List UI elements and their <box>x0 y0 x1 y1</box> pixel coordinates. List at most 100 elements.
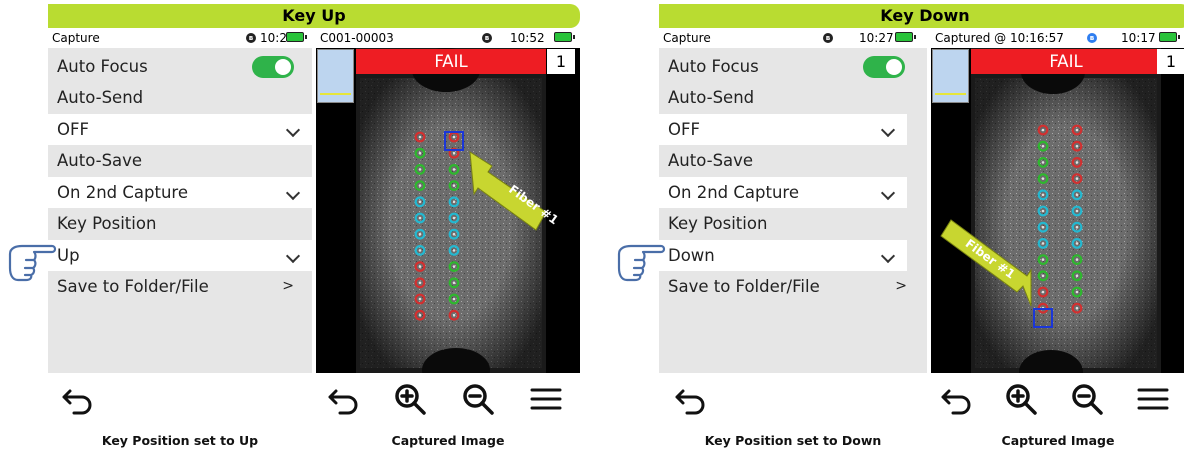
status-title: Capture <box>52 31 100 45</box>
thumbnail[interactable] <box>317 49 354 103</box>
auto-focus-toggle[interactable] <box>863 56 905 78</box>
key-position-value: Up <box>57 246 80 265</box>
battery-icon <box>554 32 575 42</box>
key-position-value: Down <box>668 246 715 265</box>
chevron-down-icon <box>285 122 301 138</box>
fiber-core <box>418 168 422 171</box>
fiber-core <box>418 184 422 187</box>
fiber-core <box>1075 242 1079 245</box>
status-bar: Capture ʙ 10:27 <box>659 28 927 48</box>
fiber-core <box>1041 290 1045 294</box>
fiber-core <box>1041 274 1045 278</box>
auto-send-value: OFF <box>668 120 700 139</box>
chevron-down-icon <box>880 122 896 138</box>
fiber-core <box>452 151 456 155</box>
settings-screen: Capture ʙ 10:27 Auto Focus Auto-Send OFF… <box>659 28 927 425</box>
zoom-in-icon[interactable] <box>1003 381 1039 417</box>
fiber-core <box>452 249 456 252</box>
back-arrow-icon[interactable] <box>60 381 96 417</box>
auto-save-value: On 2nd Capture <box>57 183 188 202</box>
auto-focus-toggle[interactable] <box>252 56 294 78</box>
bottom-toolbar <box>48 373 312 425</box>
fiber-count: 1 <box>547 49 575 74</box>
fiber-core <box>1041 209 1045 213</box>
fiber-core <box>452 200 456 204</box>
fiber-core <box>1041 258 1045 261</box>
key-position-dropdown[interactable]: Down <box>659 240 907 271</box>
bottom-toolbar <box>659 373 927 425</box>
fiber-core <box>418 135 422 139</box>
fiber-core <box>452 216 456 220</box>
auto-save-dropdown[interactable]: On 2nd Capture <box>48 177 312 208</box>
bluetooth-icon: ʙ <box>1087 33 1097 43</box>
key-up-section: Key Up Capture ʙ 10:26 Auto Focus Auto-S… <box>8 0 615 452</box>
hamburger-menu-icon[interactable] <box>528 381 564 417</box>
fiber-core <box>1041 242 1045 245</box>
capture-caption: Captured Image <box>1001 433 1115 448</box>
status-time: 10:17 <box>1121 31 1156 45</box>
status-bar: Captured @ 10:16:57 ʙ 10:17 <box>931 28 1184 48</box>
battery-icon <box>895 32 916 42</box>
fiber-core <box>452 168 456 171</box>
fiber-core <box>1041 161 1045 164</box>
bluetooth-icon: ʙ <box>246 33 256 43</box>
fiber-core <box>418 151 422 155</box>
fiber-core <box>452 265 456 268</box>
chevron-right-icon: > <box>895 278 907 294</box>
auto-focus-row: Auto Focus <box>48 51 312 82</box>
key-position-label: Key Position <box>57 214 157 233</box>
back-arrow-icon[interactable] <box>326 381 362 417</box>
file-name: C001-00003 <box>320 31 394 45</box>
fiber-core <box>452 232 456 236</box>
result-banner: FAIL <box>971 49 1161 74</box>
settings-screen: Capture ʙ 10:26 Auto Focus Auto-Send OFF… <box>48 28 312 425</box>
fiber-core <box>418 200 422 204</box>
fiber-core <box>1041 177 1045 180</box>
chevron-down-icon <box>880 185 896 201</box>
settings-caption: Key Position set to Up <box>101 433 259 448</box>
fiber-core <box>1075 128 1079 132</box>
hamburger-menu-icon[interactable] <box>1135 381 1171 417</box>
fiber-core <box>418 232 422 236</box>
auto-send-value: OFF <box>57 120 89 139</box>
status-bar: C001-00003 ʙ 10:52 <box>316 28 580 48</box>
auto-focus-label: Auto Focus <box>57 57 148 76</box>
fiber-core <box>1075 274 1079 278</box>
auto-send-label: Auto-Send <box>57 88 144 107</box>
back-arrow-icon[interactable] <box>939 381 975 417</box>
capture-screen: C001-00003 ʙ 10:52 Fiber #1 FAIL 1 <box>316 28 580 425</box>
capture-caption: Captured Image <box>391 433 505 448</box>
fiber-core <box>1041 225 1045 229</box>
result-banner: FAIL <box>356 49 546 74</box>
save-to-folder-row[interactable]: Save to Folder/File > <box>659 271 907 302</box>
save-to-folder-row[interactable]: Save to Folder/File > <box>48 271 312 302</box>
status-time: 10:27 <box>859 31 894 45</box>
thumbnail[interactable] <box>932 49 969 103</box>
fiber-core <box>418 249 422 252</box>
save-to-folder-label: Save to Folder/File <box>57 277 209 296</box>
bottom-toolbar <box>316 373 580 425</box>
fiber-core <box>418 216 422 220</box>
fiber-core <box>452 313 456 317</box>
auto-save-dropdown[interactable]: On 2nd Capture <box>659 177 907 208</box>
zoom-in-icon[interactable] <box>392 381 428 417</box>
fiber-core <box>1075 144 1079 148</box>
bluetooth-icon: ʙ <box>482 33 492 43</box>
auto-send-label: Auto-Send <box>668 88 755 107</box>
auto-focus-row: Auto Focus <box>659 51 927 82</box>
fiber-core <box>418 297 422 301</box>
fiber-endface-image: Fiber #1 <box>316 48 580 373</box>
back-arrow-icon[interactable] <box>673 381 709 417</box>
key-position-dropdown[interactable]: Up <box>48 240 312 271</box>
auto-send-dropdown[interactable]: OFF <box>659 114 907 145</box>
bottom-toolbar <box>931 373 1184 425</box>
fiber-core <box>1075 209 1079 213</box>
fiber-core <box>418 313 422 317</box>
pointing-hand-icon <box>8 244 57 282</box>
zoom-out-icon[interactable] <box>1069 381 1105 417</box>
zoom-out-icon[interactable] <box>460 381 496 417</box>
fiber-core <box>452 297 456 301</box>
auto-send-dropdown[interactable]: OFF <box>48 114 312 145</box>
capture-screen: Captured @ 10:16:57 ʙ 10:17 Fiber #1 FAI… <box>931 28 1184 425</box>
fiber-core <box>1075 193 1079 197</box>
